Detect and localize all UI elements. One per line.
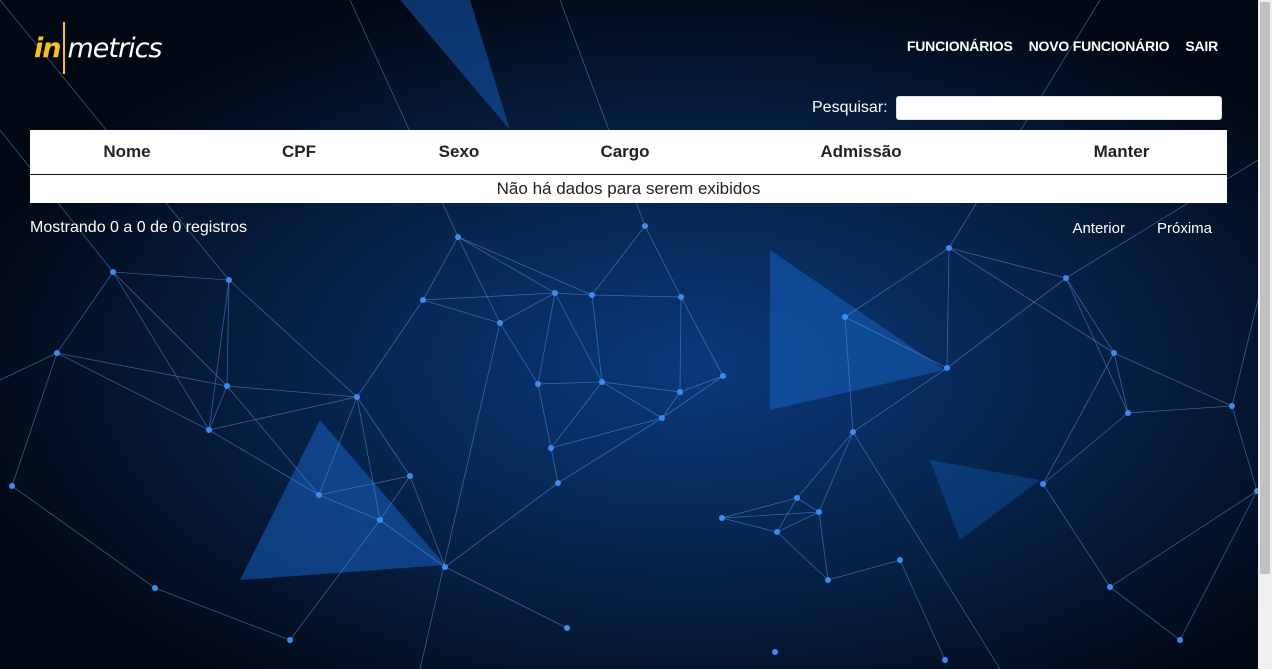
previous-page-button[interactable]: Anterior [1072,220,1125,237]
page-content: in metrics FUNCIONÁRIOS NOVO FUNCIONÁRIO… [0,0,1258,669]
table-header-row: Nome CPF Sexo Cargo Admissão Manter [30,130,1227,175]
column-header-sexo[interactable]: Sexo [374,130,544,175]
inmetrics-logo[interactable]: in metrics [34,22,163,74]
column-header-cargo[interactable]: Cargo [544,130,706,175]
empty-table-message: Não há dados para serem exibidos [496,179,761,198]
nav-link-funcionarios[interactable]: FUNCIONÁRIOS [907,38,1013,54]
logo-prefix: in [34,32,62,64]
next-page-button[interactable]: Próxima [1157,220,1212,237]
column-header-cpf[interactable]: CPF [224,130,374,175]
top-nav: FUNCIONÁRIOS NOVO FUNCIONÁRIO SAIR [907,38,1218,54]
search-label: Pesquisar: [812,99,888,116]
pagination: Anterior Próxima [1072,220,1212,237]
search-box: Pesquisar: [812,96,1222,120]
column-header-nome[interactable]: Nome [30,130,224,175]
logo-divider [63,22,66,74]
scrollbar-thumb[interactable] [1260,2,1270,574]
table-row: Não há dados para serem exibidos [30,175,1227,204]
vertical-scrollbar[interactable] [1258,0,1272,669]
employees-table: Nome CPF Sexo Cargo Admissão Manter Não … [30,130,1227,203]
nav-link-novo-funcionario[interactable]: NOVO FUNCIONÁRIO [1029,38,1170,54]
logo-suffix: metrics [67,32,162,64]
table-info: Mostrando 0 a 0 de 0 registros [30,219,248,236]
search-input[interactable] [895,96,1222,120]
column-header-manter[interactable]: Manter [1016,130,1227,175]
column-header-admissao[interactable]: Admissão [706,130,1016,175]
nav-link-sair[interactable]: SAIR [1185,38,1218,54]
